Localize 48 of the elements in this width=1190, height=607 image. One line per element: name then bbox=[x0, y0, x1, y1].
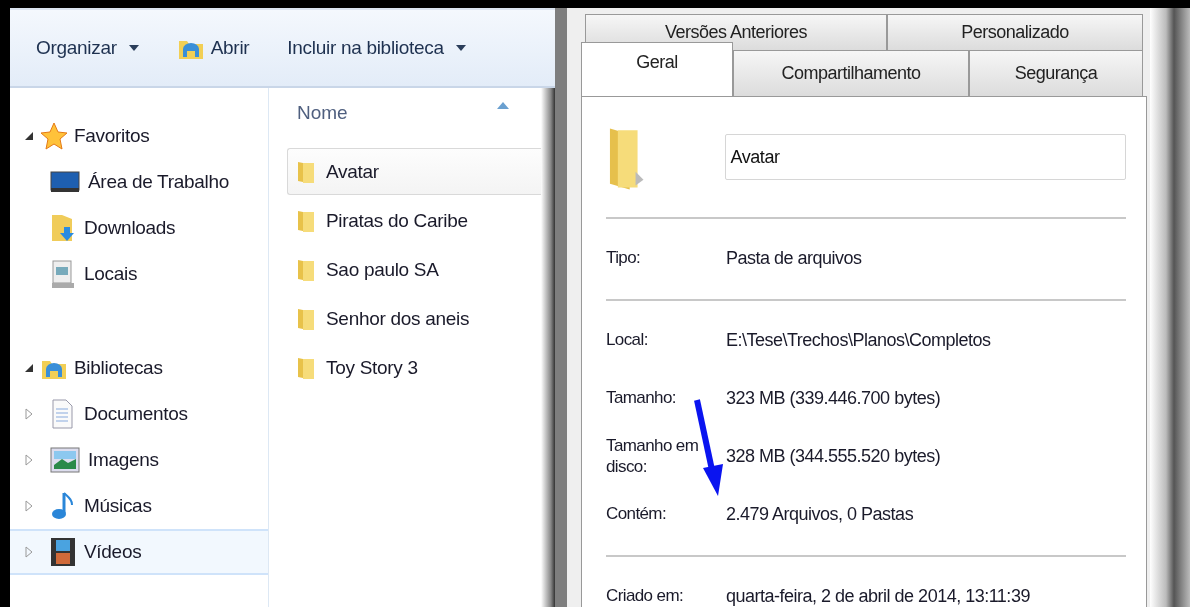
tab[interactable]: Geral bbox=[581, 42, 733, 96]
property-label: Tamanho em disco: bbox=[606, 434, 700, 478]
property-value: 2.479 Arquivos, 0 Pastas bbox=[726, 503, 914, 525]
property-value: 328 MB (344.555.520 bytes) bbox=[726, 445, 941, 467]
property-label: Tamanho: bbox=[606, 387, 677, 409]
tab[interactable]: Compartilhamento bbox=[733, 50, 969, 96]
property-label: Contém: bbox=[606, 503, 668, 525]
file-row[interactable]: Toy Story 3 bbox=[287, 344, 541, 391]
caret-icon bbox=[455, 45, 466, 51]
tab[interactable]: Personalizado bbox=[887, 14, 1143, 50]
sidebar-item[interactable]: Imagens bbox=[10, 437, 268, 483]
monitor-icon bbox=[50, 170, 80, 194]
name-field[interactable]: Avatar bbox=[725, 134, 1126, 180]
sidebar-item[interactable]: Área de Trabalho bbox=[10, 159, 268, 205]
file-row[interactable]: Avatar bbox=[287, 148, 541, 195]
tab[interactable]: Segurança bbox=[969, 50, 1143, 96]
file-row[interactable]: Sao paulo SA bbox=[287, 246, 541, 293]
music-note-icon bbox=[50, 491, 76, 521]
sidebar-group[interactable]: Bibliotecas bbox=[10, 345, 268, 391]
sidebar-item[interactable]: Músicas bbox=[10, 483, 268, 529]
sidebar-item[interactable]: Locais bbox=[10, 251, 268, 297]
property-value: Pasta de arquivos bbox=[726, 247, 862, 269]
property-value: quarta-feira, 2 de abril de 2014, 13:11:39 bbox=[726, 585, 1030, 607]
toolbar-button[interactable]: Incluir na biblioteca bbox=[285, 33, 468, 63]
property-label: Tipo: bbox=[606, 247, 642, 269]
property-value: 323 MB (339.446.700 bytes) bbox=[726, 387, 941, 409]
sidebar-group[interactable]: Favoritos bbox=[10, 113, 268, 159]
property-value: E:\Tese\Trechos\Planos\Completos bbox=[726, 329, 991, 351]
caret-icon bbox=[128, 45, 139, 51]
sidebar-item[interactable]: Vídeos bbox=[10, 529, 268, 575]
folder-icon bbox=[50, 213, 76, 243]
property-label: Local: bbox=[606, 329, 649, 351]
film-icon bbox=[50, 537, 76, 567]
document-icon bbox=[50, 259, 76, 289]
expander-icon[interactable] bbox=[24, 363, 34, 373]
file-row[interactable]: Piratas do Caribe bbox=[287, 197, 541, 244]
picture-icon bbox=[50, 447, 80, 473]
sort-arrow-icon bbox=[497, 102, 509, 109]
file-row[interactable]: Senhor dos aneis bbox=[287, 295, 541, 342]
sidebar-item[interactable]: Downloads bbox=[10, 205, 268, 251]
star-icon bbox=[40, 122, 68, 150]
toolbar-button[interactable]: Abrir bbox=[174, 31, 252, 65]
property-label: Criado em: bbox=[606, 585, 685, 607]
expander-icon[interactable] bbox=[24, 131, 34, 141]
column-header[interactable]: Nome bbox=[287, 102, 541, 148]
document-icon bbox=[50, 399, 76, 429]
toolbar-button[interactable]: Organizar bbox=[34, 33, 141, 63]
sidebar-item[interactable]: Documentos bbox=[10, 391, 268, 437]
